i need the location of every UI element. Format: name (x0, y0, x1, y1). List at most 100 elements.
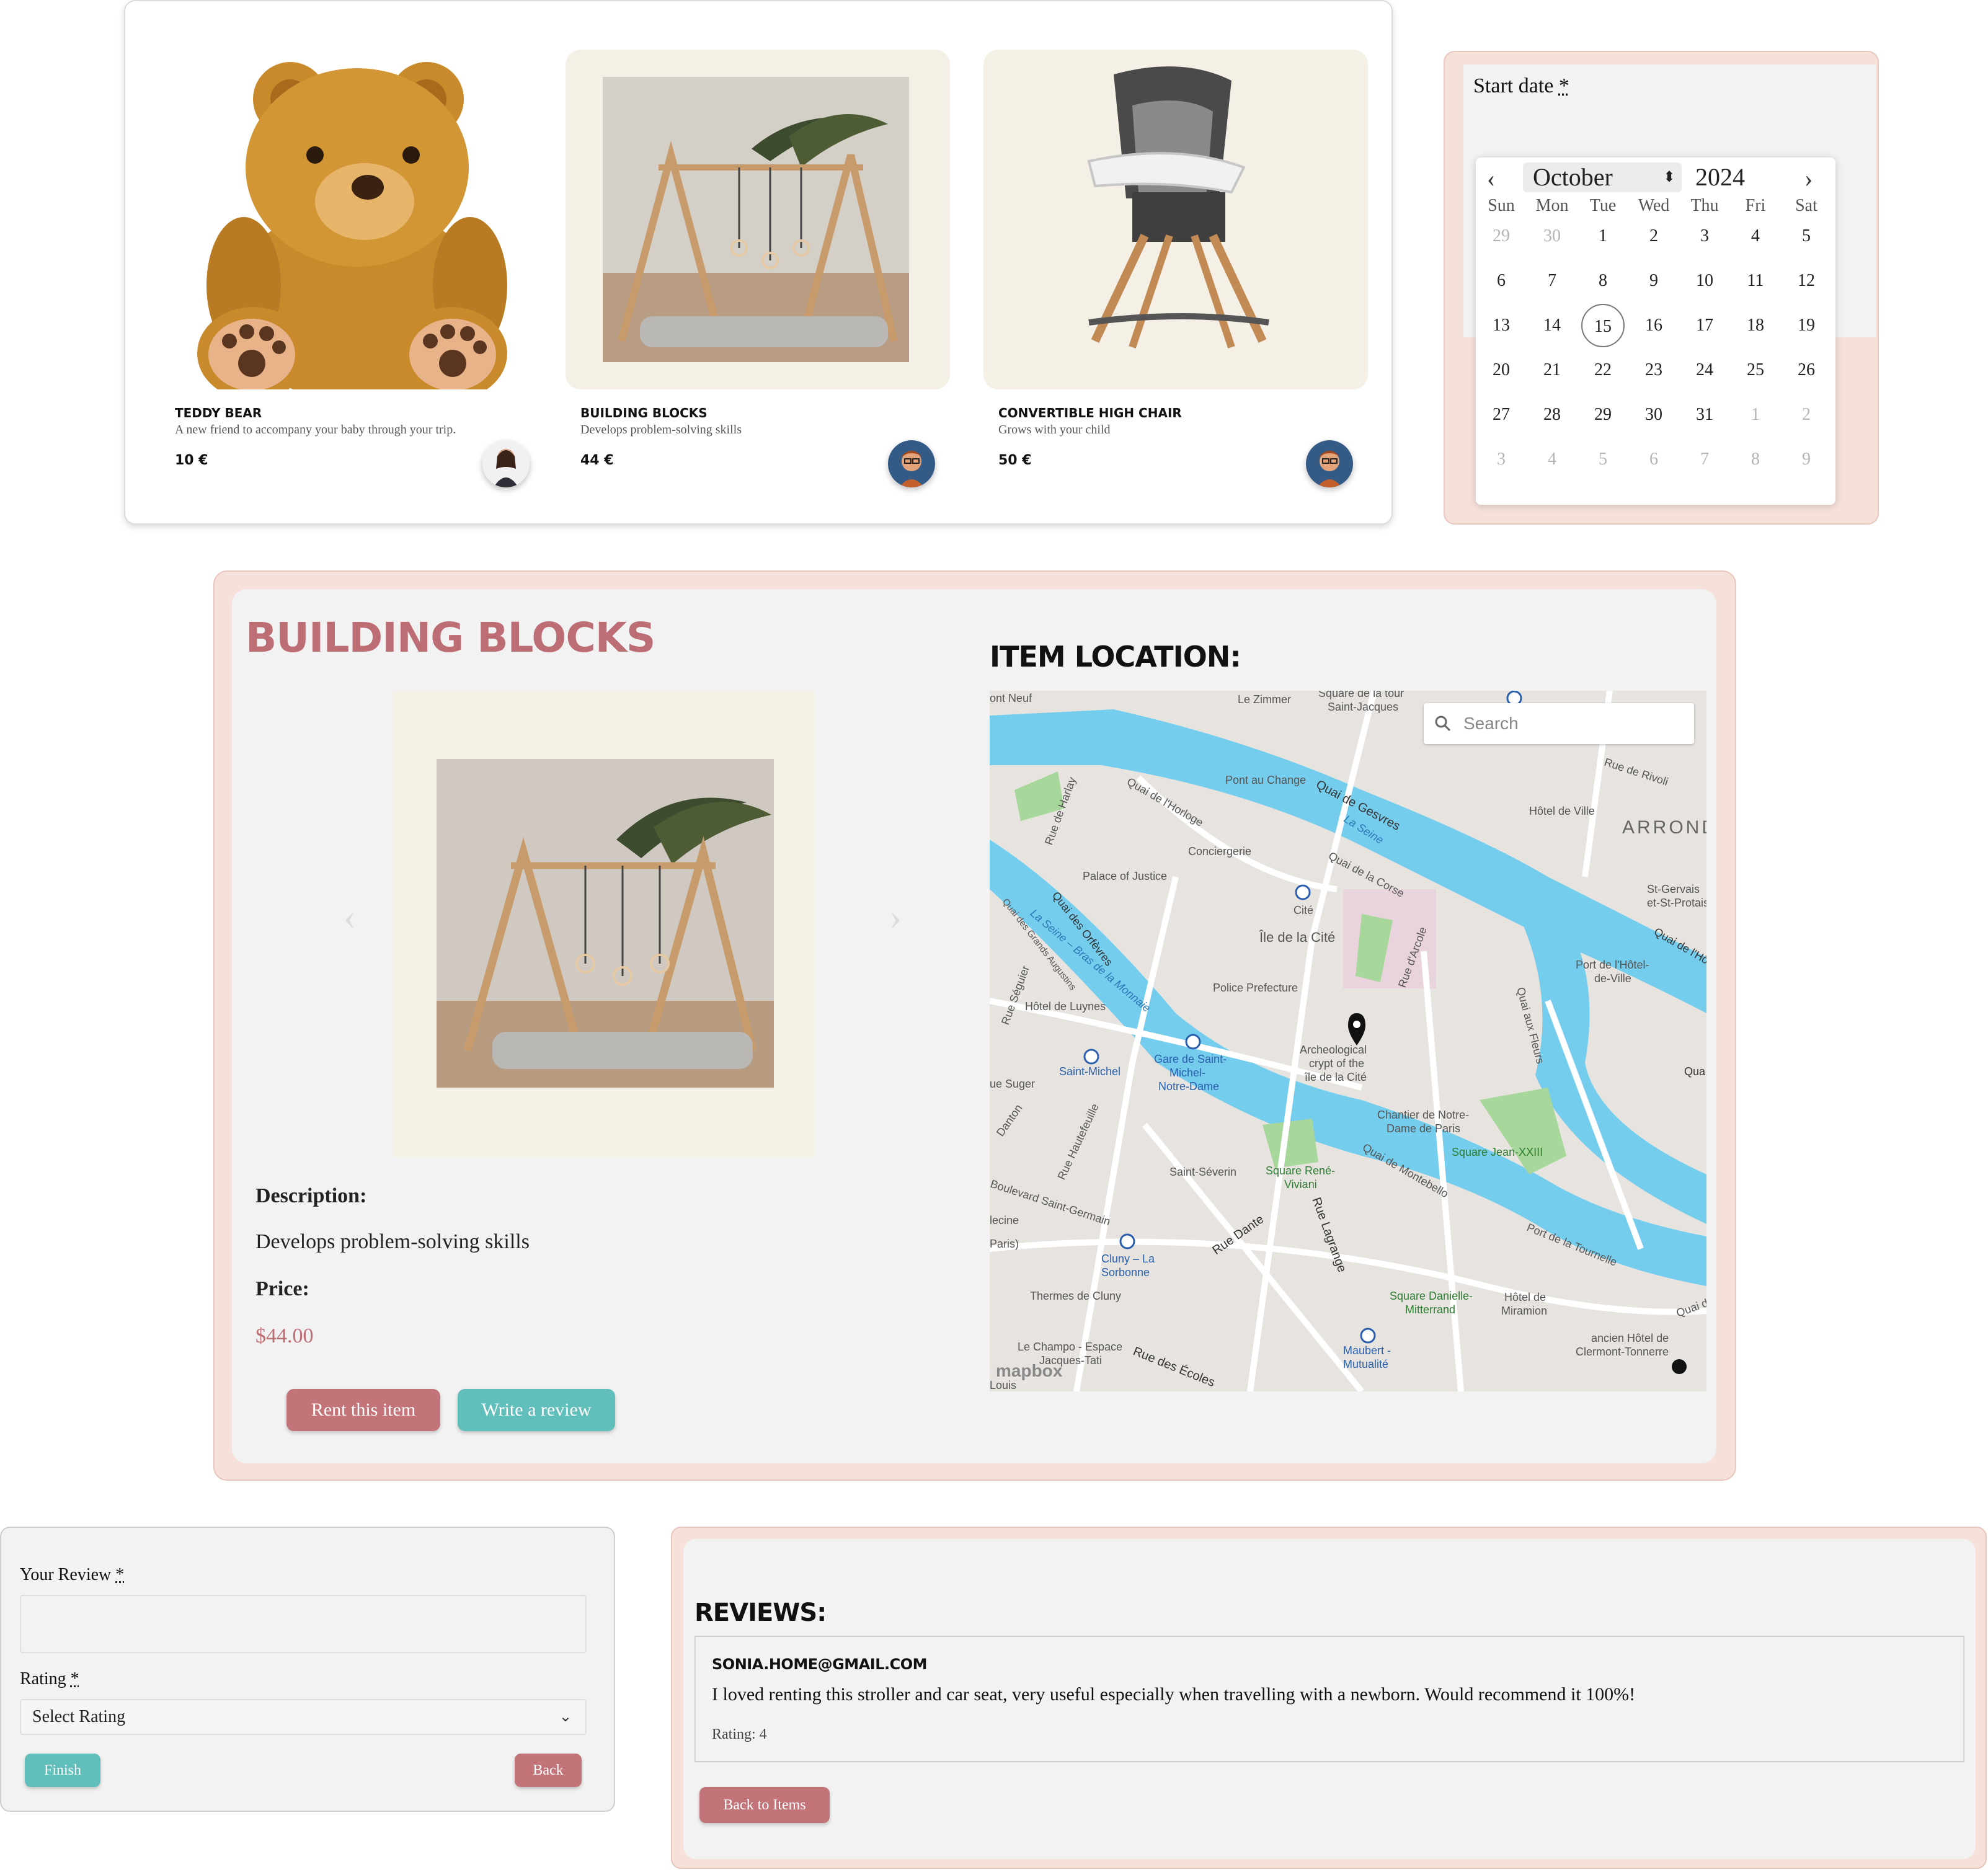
product-price: 44 € (580, 453, 614, 468)
calendar-day[interactable]: 16 (1632, 304, 1675, 347)
owner-avatar[interactable] (888, 440, 935, 487)
calendar-day[interactable]: 6 (1480, 259, 1523, 303)
svg-text:Pont au Change: Pont au Change (1225, 774, 1306, 786)
prev-month-icon[interactable]: ‹ (1487, 164, 1495, 193)
rating-select[interactable]: Select Rating ⌄ (20, 1699, 587, 1735)
calendar-day[interactable]: 26 (1785, 348, 1828, 392)
svg-text:Cité: Cité (1294, 904, 1313, 916)
calendar-day[interactable]: 30 (1530, 215, 1574, 258)
image-carousel[interactable]: ‹ › (344, 691, 902, 1157)
calendar-day[interactable]: 5 (1785, 215, 1828, 258)
product-name: BUILDING BLOCKS (580, 406, 708, 420)
product-image-building-blocks[interactable] (566, 50, 950, 389)
product-description: Grows with your child (998, 423, 1111, 437)
month-select-value: October (1533, 163, 1613, 191)
finish-button[interactable]: Finish (25, 1754, 100, 1787)
calendar-day[interactable]: 9 (1785, 438, 1828, 481)
calendar-day[interactable]: 10 (1683, 259, 1726, 303)
carousel-prev-icon[interactable]: ‹ (344, 895, 356, 938)
svg-text:Hôtel de Luynes: Hôtel de Luynes (1025, 1000, 1106, 1013)
calendar-day[interactable]: 18 (1734, 304, 1777, 347)
svg-text:Square Danielle-: Square Danielle- (1390, 1290, 1473, 1302)
svg-text:Mutualité: Mutualité (1343, 1358, 1388, 1370)
calendar-day[interactable]: 29 (1480, 215, 1523, 258)
product-card-convertible-high-chair[interactable]: CONVERTIBLE HIGH CHAIR Grows with your c… (983, 50, 1368, 487)
owner-avatar[interactable] (1306, 440, 1353, 487)
product-card-building-blocks[interactable]: BUILDING BLOCKS Develops problem-solving… (566, 50, 950, 487)
svg-text:Thermes de Cluny: Thermes de Cluny (1030, 1290, 1121, 1302)
svg-text:Hôtel de: Hôtel de (1504, 1291, 1546, 1303)
reviews-content: REVIEWS: SONIA.HOME@GMAIL.COM I loved re… (683, 1539, 1976, 1859)
weekday-label: Wed (1638, 196, 1670, 215)
calendar-day[interactable]: 1 (1581, 215, 1625, 258)
calendar-day[interactable]: 14 (1530, 304, 1574, 347)
calendar-day[interactable]: 22 (1581, 348, 1625, 392)
reviews-title: REVIEWS: (694, 1599, 827, 1627)
calendar-day[interactable]: 13 (1480, 304, 1523, 347)
calendar-day[interactable]: 8 (1734, 438, 1777, 481)
svg-text:Dame de Paris: Dame de Paris (1387, 1122, 1460, 1135)
required-mark: * (1558, 74, 1569, 97)
product-list: TEDDY BEAR A new friend to accompany you… (124, 0, 1393, 525)
calendar-day[interactable]: 27 (1480, 393, 1523, 437)
svg-text:Saint-Michel: Saint-Michel (1059, 1065, 1120, 1078)
product-card-teddy-bear[interactable]: TEDDY BEAR A new friend to accompany you… (160, 50, 544, 487)
svg-text:Conciergerie: Conciergerie (1188, 845, 1251, 858)
year-input[interactable]: 2024 (1695, 162, 1745, 192)
calendar-day[interactable]: 17 (1683, 304, 1726, 347)
back-to-items-button[interactable]: Back to Items (699, 1787, 830, 1823)
calendar-day[interactable]: 25 (1734, 348, 1777, 392)
calendar-day[interactable]: 1 (1734, 393, 1777, 437)
calendar-day[interactable]: 28 (1530, 393, 1574, 437)
calendar-day[interactable]: 2 (1785, 393, 1828, 437)
month-select[interactable]: October ⬍ (1523, 162, 1682, 192)
calendar-day[interactable]: 15 (1581, 304, 1625, 347)
calendar-day[interactable]: 12 (1785, 259, 1828, 303)
carousel-next-icon[interactable]: › (889, 895, 902, 938)
calendar-day[interactable]: 23 (1632, 348, 1675, 392)
svg-text:crypt of the: crypt of the (1309, 1057, 1364, 1070)
back-button[interactable]: Back (515, 1754, 582, 1787)
calendar-day[interactable]: 24 (1683, 348, 1726, 392)
product-name: TEDDY BEAR (175, 406, 262, 420)
svg-text:île de la Cité: île de la Cité (1304, 1071, 1367, 1083)
description-label: Description: (255, 1184, 367, 1207)
calendar-day[interactable]: 30 (1632, 393, 1675, 437)
weekday-label: Mon (1535, 196, 1569, 215)
review-textarea[interactable] (20, 1595, 587, 1653)
calendar-day[interactable]: 7 (1683, 438, 1726, 481)
next-month-icon[interactable]: › (1804, 164, 1813, 193)
svg-text:Mitterrand: Mitterrand (1405, 1303, 1455, 1316)
start-date-label: Start date * (1473, 74, 1569, 98)
calendar-day[interactable]: 19 (1785, 304, 1828, 347)
calendar-day[interactable]: 9 (1632, 259, 1675, 303)
svg-text:Port de l'Hôtel-: Port de l'Hôtel- (1576, 959, 1649, 971)
map-search-input[interactable]: Search (1424, 703, 1694, 744)
product-image-teddy-bear[interactable] (160, 50, 544, 389)
calendar-day[interactable]: 4 (1734, 215, 1777, 258)
calendar-day[interactable]: 21 (1530, 348, 1574, 392)
calendar-day[interactable]: 4 (1530, 438, 1574, 481)
calendar-day[interactable]: 6 (1632, 438, 1675, 481)
rent-item-button[interactable]: Rent this item (286, 1389, 440, 1431)
svg-text:ont Neuf: ont Neuf (990, 692, 1032, 704)
calendar-day[interactable]: 5 (1581, 438, 1625, 481)
product-image-high-chair[interactable] (983, 50, 1368, 389)
owner-avatar[interactable] (482, 440, 530, 487)
svg-text:Saint-Jacques: Saint-Jacques (1328, 701, 1398, 713)
write-review-button[interactable]: Write a review (458, 1389, 615, 1431)
review-text: I loved renting this stroller and car se… (712, 1684, 1636, 1705)
svg-text:mapbox: mapbox (996, 1361, 1063, 1380)
calendar-day[interactable]: 2 (1632, 215, 1675, 258)
calendar-day[interactable]: 7 (1530, 259, 1574, 303)
calendar-day[interactable]: 3 (1683, 215, 1726, 258)
calendar-day[interactable]: 3 (1480, 438, 1523, 481)
calendar-day[interactable]: 8 (1581, 259, 1625, 303)
calendar-day[interactable]: 29 (1581, 393, 1625, 437)
svg-text:Paris): Paris) (990, 1238, 1019, 1250)
calendar-day[interactable]: 31 (1683, 393, 1726, 437)
location-map[interactable]: ont Neuf Le Zimmer Square de la tour Sai… (990, 691, 1706, 1391)
calendar-day[interactable]: 11 (1734, 259, 1777, 303)
review-label-text: Your Review (20, 1565, 112, 1584)
calendar-day[interactable]: 20 (1480, 348, 1523, 392)
